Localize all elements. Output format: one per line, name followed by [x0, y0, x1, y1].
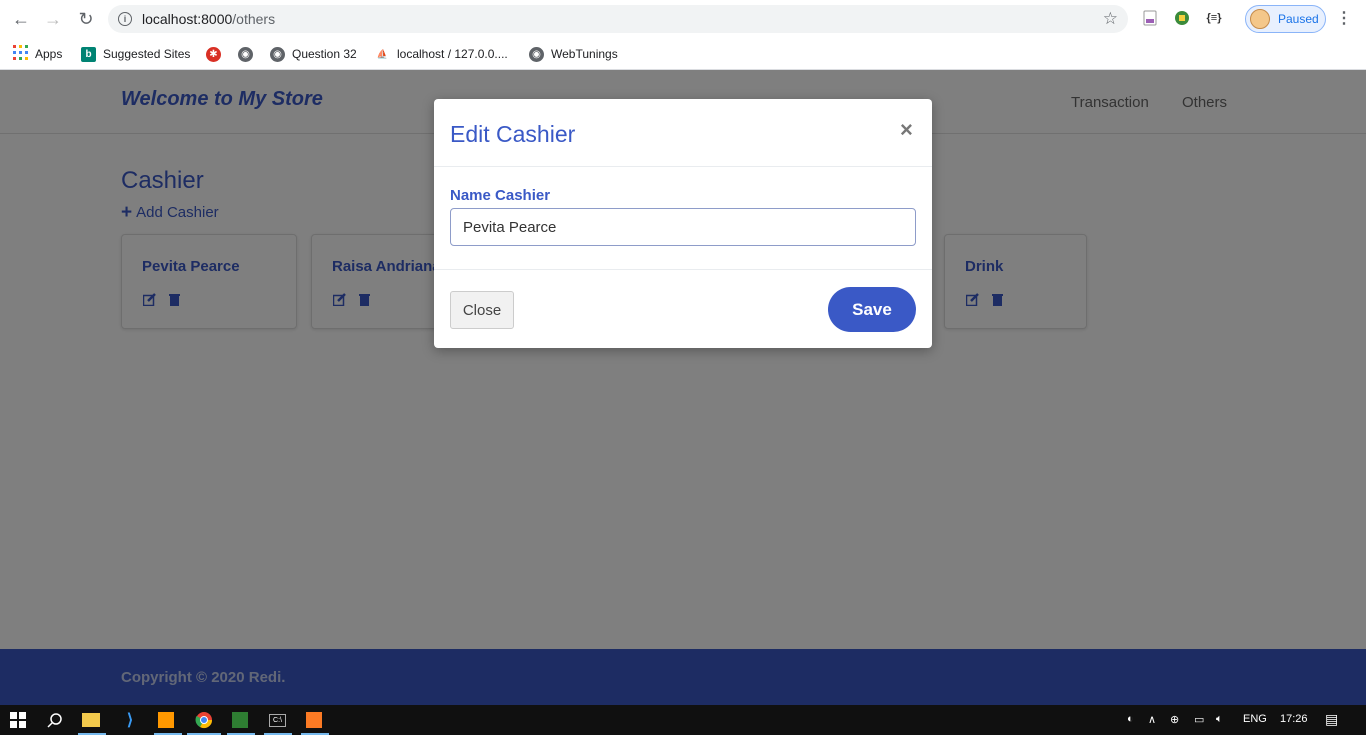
sublime-text-icon[interactable] [158, 712, 174, 728]
chrome-icon[interactable] [194, 710, 214, 730]
modal-title: Edit Cashier [450, 121, 576, 147]
extension-cube-icon[interactable] [1173, 9, 1191, 27]
url-path: /others [232, 11, 276, 27]
network-globe-icon[interactable]: ⊕ [1170, 713, 1179, 726]
bookmark-red[interactable]: ✱ [206, 44, 221, 64]
close-icon[interactable]: × [900, 117, 913, 143]
command-prompt-icon[interactable]: C:\ [269, 714, 286, 727]
bookmark-suggested-sites[interactable]: b Suggested Sites [81, 44, 190, 64]
edit-cashier-modal: Edit Cashier × Name Cashier Close Save [434, 99, 932, 348]
apps-grid-icon [13, 45, 28, 63]
browser-toolbar: ← → ↻ i localhost:8000/others ☆ {≡} Paus… [0, 0, 1366, 37]
url-host: localhost:8000 [142, 11, 233, 27]
os-taskbar: ⟩ C:\ ◐ ∧ ⊕ ▭ 🔈︎ ENG 17:26 ▤ [0, 705, 1366, 735]
site-info-icon[interactable]: i [118, 12, 132, 26]
modal-header: Edit Cashier × [434, 99, 932, 167]
bookmark-label: localhost / 127.0.0.... [397, 47, 508, 61]
bookmark-label: WebTunings [551, 47, 618, 61]
close-button[interactable]: Close [450, 291, 514, 329]
notifications-icon[interactable]: ▤ [1325, 711, 1338, 728]
globe-icon: ◉ [529, 46, 544, 62]
bookmarks-bar: Apps b Suggested Sites ✱ ◉ ◉ Question 32… [0, 37, 1366, 70]
bookmark-localhost[interactable]: ⛵ localhost / 127.0.0.... [375, 44, 508, 64]
notepad-plus-icon[interactable] [232, 712, 248, 728]
address-bar[interactable]: i localhost:8000/others ☆ [108, 5, 1128, 33]
more-menu-icon[interactable]: ⋮ [1336, 8, 1352, 28]
red-badge-icon: ✱ [206, 46, 221, 62]
globe-icon: ◉ [270, 46, 285, 62]
profile-status: Paused [1278, 12, 1319, 26]
xampp-icon[interactable] [306, 712, 322, 728]
name-cashier-label: Name Cashier [450, 187, 551, 204]
forward-icon[interactable]: → [37, 3, 69, 35]
vscode-icon[interactable]: ⟩ [120, 710, 140, 730]
bing-icon: b [81, 46, 96, 62]
phpmyadmin-icon: ⛵ [376, 48, 389, 59]
avatar [1250, 9, 1270, 29]
file-explorer-icon[interactable] [82, 713, 100, 727]
windows-start-icon[interactable] [8, 710, 28, 730]
url-text: localhost:8000/others [142, 11, 275, 27]
json-extension-icon[interactable]: {≡} [1205, 9, 1223, 27]
bookmark-label: Question 32 [292, 47, 357, 61]
name-cashier-input[interactable] [450, 208, 916, 246]
reload-icon[interactable]: ↻ [70, 3, 102, 35]
save-button[interactable]: Save [828, 287, 916, 332]
globe-icon: ◉ [238, 46, 253, 62]
battery-icon[interactable]: ▭ [1194, 713, 1204, 726]
bookmark-question-32[interactable]: ◉ Question 32 [270, 44, 357, 64]
modal-body: Name Cashier [434, 167, 932, 270]
tray-chevron-up-icon[interactable]: ∧ [1148, 713, 1156, 726]
bookmark-label: Suggested Sites [103, 47, 191, 61]
tray-app-icon[interactable]: ◐ [1127, 713, 1134, 725]
profile-button[interactable]: Paused [1245, 5, 1326, 33]
bookmark-star-icon[interactable]: ☆ [1103, 9, 1118, 29]
back-icon[interactable]: ← [5, 3, 37, 35]
clock[interactable]: 17:26 [1280, 713, 1308, 725]
language-indicator[interactable]: ENG [1243, 713, 1267, 725]
bookmark-globe[interactable]: ◉ [238, 44, 253, 64]
search-icon[interactable] [45, 710, 65, 730]
bookmark-label: Apps [35, 47, 63, 61]
volume-icon[interactable]: 🔈︎ [1216, 713, 1223, 726]
bookmark-webtunings[interactable]: ◉ WebTunings [529, 44, 618, 64]
pdf-extension-icon[interactable] [1141, 9, 1159, 27]
bookmark-apps[interactable]: Apps [13, 44, 62, 64]
